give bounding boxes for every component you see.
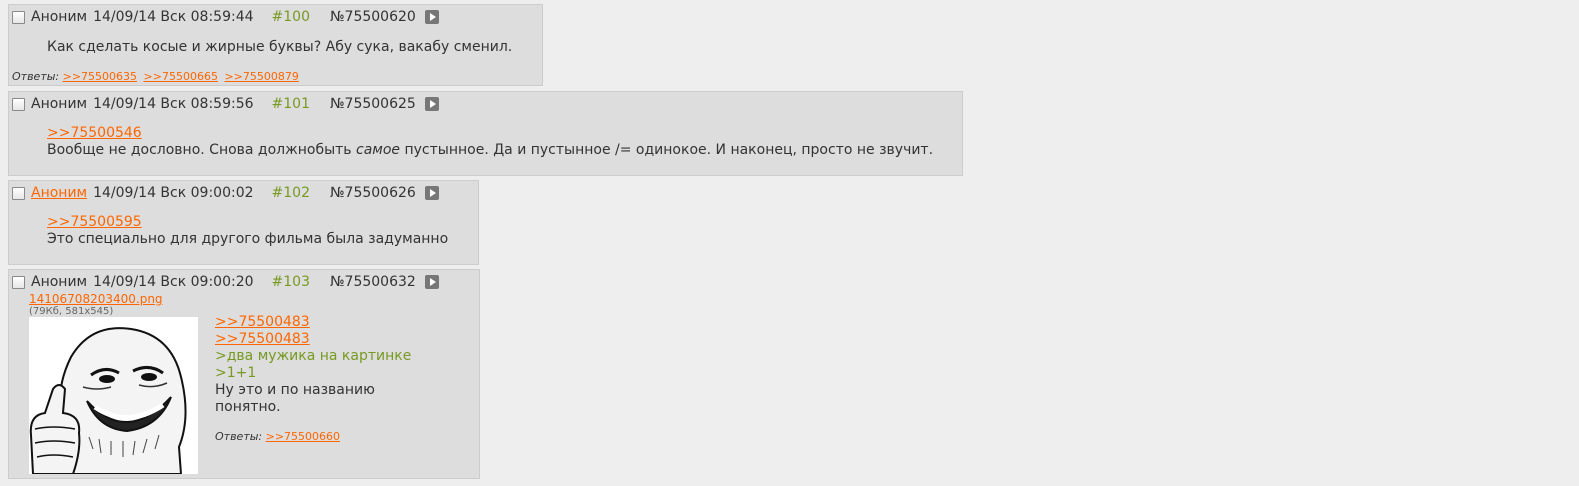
post-102: Аноним 14/09/14 Вск 09:00:02 #102 №75500… xyxy=(8,180,479,265)
reply-link[interactable]: >>75500595 xyxy=(47,214,142,230)
greentext-quote: >два мужика на картинке xyxy=(215,348,412,364)
post-100: Аноним 14/09/14 Вск 08:59:44 #100 №75500… xyxy=(8,4,543,86)
play-icon[interactable] xyxy=(424,10,439,24)
replies: Ответы: >>75500635 >>75500665 >>75500879 xyxy=(12,70,302,83)
poster-name: Аноним xyxy=(31,96,88,112)
post-header: Аноним 14/09/14 Вск 08:59:44 #100 №75500… xyxy=(12,8,439,26)
post-number[interactable]: #103 xyxy=(272,274,310,290)
reply-link[interactable]: >>75500635 xyxy=(63,70,137,83)
post-103: Аноним 14/09/14 Вск 09:00:20 #103 №75500… xyxy=(8,269,480,479)
replies-label: Ответы: xyxy=(215,430,263,443)
file-info: (79Кб, 581x545) xyxy=(29,306,114,317)
play-icon[interactable] xyxy=(424,97,439,111)
post-101: Аноним 14/09/14 Вск 08:59:56 #101 №75500… xyxy=(8,91,963,176)
reply-link[interactable]: >>75500483 xyxy=(215,331,310,347)
message-text: Ну это и по названию xyxy=(215,382,375,398)
post-message: >>75500483 >>75500483 >два мужика на кар… xyxy=(215,314,411,416)
checkbox-icon[interactable] xyxy=(12,10,25,24)
poster-name[interactable]: Аноним xyxy=(31,185,87,201)
reply-link[interactable]: >>75500660 xyxy=(266,430,340,443)
reply-link[interactable]: >>75500665 xyxy=(144,70,218,83)
post-id[interactable]: №75500620 xyxy=(330,9,416,25)
message-text: Вообще не дословно. Снова должнобыть xyxy=(47,142,357,158)
message-text: Это специально для другого фильма была з… xyxy=(47,231,449,247)
post-id[interactable]: №75500625 xyxy=(330,96,416,112)
message-italic: самое xyxy=(356,142,401,158)
post-number[interactable]: #102 xyxy=(272,185,310,201)
checkbox-icon[interactable] xyxy=(12,97,25,111)
post-date: 14/09/14 Вск 08:59:56 xyxy=(93,96,254,112)
post-number[interactable]: #100 xyxy=(272,9,310,25)
replies-label: Ответы: xyxy=(12,70,60,83)
post-id[interactable]: №75500626 xyxy=(330,185,416,201)
reply-link[interactable]: >>75500546 xyxy=(47,125,142,141)
post-id[interactable]: №75500632 xyxy=(330,274,416,290)
post-date: 14/09/14 Вск 09:00:20 xyxy=(93,274,254,290)
post-number[interactable]: #101 xyxy=(272,96,310,112)
post-date: 14/09/14 Вск 08:59:44 xyxy=(93,9,254,25)
play-icon[interactable] xyxy=(424,275,439,289)
checkbox-icon[interactable] xyxy=(12,275,25,289)
replies: Ответы: >>75500660 xyxy=(215,430,343,443)
trollface-drawing xyxy=(29,317,198,474)
thumbnail-image[interactable] xyxy=(29,317,198,474)
post-header: Аноним 14/09/14 Вск 09:00:20 #103 №75500… xyxy=(12,273,439,291)
message-text: понятно. xyxy=(215,399,281,415)
reply-link[interactable]: >>75500483 xyxy=(215,314,310,330)
message-text: пустынное. Да и пустынное /= одинокое. И… xyxy=(400,142,934,158)
post-date: 14/09/14 Вск 09:00:02 xyxy=(93,185,254,201)
reply-link[interactable]: >>75500879 xyxy=(224,70,298,83)
poster-name: Аноним xyxy=(31,9,88,25)
post-message: >>75500595 Это специально для другого фи… xyxy=(47,214,448,248)
post-message: >>75500546 Вообще не дословно. Снова дол… xyxy=(47,125,933,159)
poster-name: Аноним xyxy=(31,274,88,290)
post-header: Аноним 14/09/14 Вск 08:59:56 #101 №75500… xyxy=(12,95,439,113)
checkbox-icon[interactable] xyxy=(12,186,25,200)
greentext-quote: >1+1 xyxy=(215,365,257,381)
play-icon[interactable] xyxy=(424,186,439,200)
file-link[interactable]: 14106708203400.png xyxy=(29,292,163,306)
post-message: Как сделать косые и жирные буквы? Абу су… xyxy=(47,39,513,55)
post-header: Аноним 14/09/14 Вск 09:00:02 #102 №75500… xyxy=(12,184,439,202)
